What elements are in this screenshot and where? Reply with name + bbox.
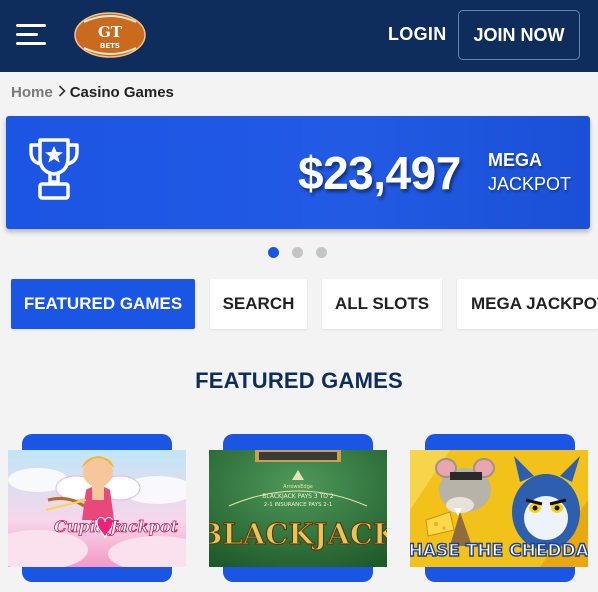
game-thumbnail-chase-the-cheddar[interactable]: CHASE THE CHEDDAR xyxy=(410,450,588,567)
tab-all-slots[interactable]: ALL SLOTS xyxy=(322,279,442,329)
cupid-art-text-2: Jackpot xyxy=(107,517,179,536)
breadcrumb-home-link[interactable]: Home xyxy=(11,84,53,101)
carousel-dot-2[interactable] xyxy=(292,247,303,258)
table-insurance-text: 2-1 INSURANCE PAYS 2-1 xyxy=(264,502,332,508)
logo-text-bottom: BETS xyxy=(100,42,120,50)
jackpot-banner[interactable]: $23,497 MEGA JACKPOT xyxy=(6,116,590,229)
breadcrumb: Home Casino Games xyxy=(11,84,174,101)
trophy-icon xyxy=(29,138,79,200)
tab-search[interactable]: SEARCH xyxy=(210,279,307,329)
table-payout-text: BLACKJACK PAYS 3 TO 2 xyxy=(262,493,334,500)
carousel-dot-3[interactable] xyxy=(316,247,327,258)
jackpot-amount: $23,497 xyxy=(298,147,461,199)
table-brand-text: ArrowsEdge xyxy=(283,484,313,490)
game-thumbnail-cupids-jackpot[interactable]: Cupid's Jackpot xyxy=(8,450,186,567)
chevron-right-icon xyxy=(58,84,66,101)
top-navigation-bar: GT BETS LOGIN JOIN NOW xyxy=(0,0,598,72)
jackpot-label-jackpot: JACKPOT xyxy=(488,174,572,194)
join-now-button[interactable]: JOIN NOW xyxy=(458,10,580,60)
cheddar-art-text: CHASE THE CHEDDAR xyxy=(410,541,588,561)
tab-mega-jackpots[interactable]: MEGA JACKPOTS xyxy=(457,279,598,329)
jackpot-label-mega: MEGA xyxy=(488,150,542,170)
hamburger-icon[interactable] xyxy=(16,24,46,46)
login-button[interactable]: LOGIN xyxy=(388,24,447,45)
carousel-indicators xyxy=(268,247,327,258)
game-thumbnail-blackjack[interactable]: ArrowsEdge BLACKJACK PAYS 3 TO 2 2-1 INS… xyxy=(209,450,387,567)
carousel-dot-1[interactable] xyxy=(268,247,279,258)
section-title: FEATURED GAMES xyxy=(195,368,403,393)
blackjack-art-text: BLACKJACK xyxy=(209,517,387,551)
breadcrumb-current: Casino Games xyxy=(69,84,174,101)
gt-bets-logo[interactable]: GT BETS xyxy=(74,12,146,58)
tab-featured-games[interactable]: FEATURED GAMES xyxy=(11,279,195,329)
logo-text-top: GT xyxy=(98,23,123,41)
